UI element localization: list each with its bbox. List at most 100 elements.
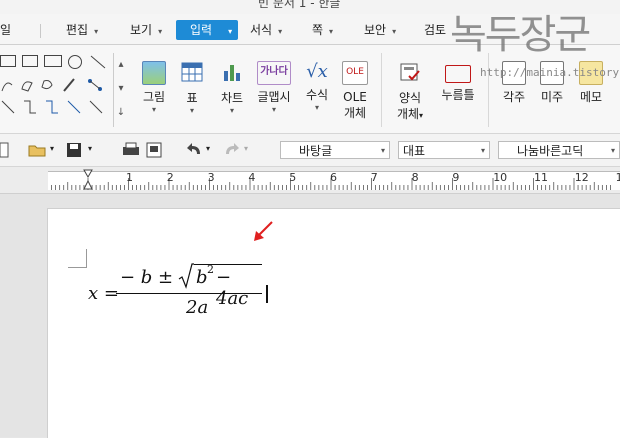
menu-insert[interactable]: 입력 ▾: [176, 20, 239, 40]
font-select[interactable]: 나눔바른고딕 ▾: [498, 141, 620, 159]
chevron-down-icon[interactable]: ▾: [244, 144, 248, 153]
form-object-button[interactable]: 양식 개체▾: [392, 61, 428, 124]
chevron-down-icon: ▾: [94, 27, 99, 36]
ruler-number: 4: [248, 171, 256, 184]
fraction-bar: [116, 293, 262, 294]
menu-view[interactable]: 보기 ▾: [130, 20, 162, 40]
menu-file[interactable]: 일: [0, 20, 11, 40]
redo-icon[interactable]: [222, 142, 240, 158]
ruler-number: 6: [330, 171, 337, 184]
ruler-number: 9: [452, 171, 460, 184]
glyph-art-button[interactable]: 가나다 글맵시 ▾: [254, 61, 294, 114]
ole-object-button[interactable]: OLE OLE 개체: [338, 61, 372, 121]
picture-button[interactable]: 그림 ▾: [138, 61, 170, 114]
chevron-down-icon: ▾: [158, 27, 163, 36]
formula-exponent: 2: [207, 263, 214, 276]
push-field-icon: [445, 65, 471, 83]
text-box-icon[interactable]: [22, 55, 38, 67]
menu-security[interactable]: 보안 ▾: [364, 20, 396, 40]
ribbon-separator: [488, 53, 489, 127]
ellipse-icon[interactable]: [68, 55, 82, 69]
chevron-down-icon: ▾: [610, 146, 615, 155]
formula-numerator-prefix: − b ±: [120, 267, 174, 288]
ruler-number: 12: [574, 171, 589, 184]
radical-sign-icon: [178, 263, 194, 289]
chevron-down-icon: ▾: [329, 27, 334, 36]
language-select[interactable]: 대표 ▾: [398, 141, 490, 159]
chevron-down-icon: ▾: [229, 106, 234, 115]
ruler-number: 3: [207, 171, 215, 184]
print-icon[interactable]: [122, 142, 140, 158]
ruler-number: 10: [493, 171, 508, 184]
new-document-icon[interactable]: [0, 142, 18, 158]
undo-icon[interactable]: [186, 142, 204, 158]
chevron-down-icon: ▾: [228, 27, 233, 36]
formula-object[interactable]: x = − b ± b 2 − 4ac 2a: [88, 261, 268, 327]
menu-separator: [40, 24, 41, 38]
picture-icon: [142, 61, 166, 85]
ruler-number: 5: [289, 171, 297, 184]
chevron-down-icon: ▾: [392, 27, 397, 36]
window-title: 빈 문서 1 - 한글: [258, 0, 341, 10]
watermark-logo: 녹두장군: [450, 12, 591, 58]
text-box-icon[interactable]: [0, 55, 16, 67]
chevron-down-icon: ▾: [189, 106, 194, 115]
glyph-art-icon: 가나다: [257, 61, 291, 85]
form-icon: [400, 63, 420, 81]
chevron-down-icon[interactable]: ▾: [50, 144, 54, 153]
print-preview-icon[interactable]: [146, 142, 164, 158]
chevron-down-icon: ▾: [480, 146, 485, 155]
freeform-shapes-icon[interactable]: [0, 77, 110, 93]
formula-radicand-b: b: [196, 267, 208, 288]
ribbon-separator: [381, 53, 382, 127]
connector-shapes-icon[interactable]: [0, 99, 110, 115]
ruler-number: 1: [126, 171, 133, 184]
formula-button[interactable]: √x 수식 ▾: [300, 61, 334, 112]
ole-icon: OLE: [342, 61, 368, 85]
line-icon[interactable]: [90, 55, 106, 69]
formula-radicand-rest: − 4ac: [216, 267, 249, 309]
horizontal-ruler[interactable]: 12345678910111213: [0, 167, 620, 194]
ruler-number: 13: [615, 171, 620, 184]
table-icon: [181, 62, 203, 82]
chevron-down-icon: ▾: [419, 111, 424, 120]
push-field-button[interactable]: 누름틀: [440, 61, 476, 103]
red-arrow-annotation: [254, 221, 273, 241]
table-button[interactable]: 표 ▾: [176, 61, 208, 115]
style-select[interactable]: 바탕글 ▾: [280, 141, 390, 159]
open-folder-icon[interactable]: [28, 142, 46, 158]
menu-format[interactable]: 서식 ▾: [250, 20, 282, 40]
document-page[interactable]: x = − b ± b 2 − 4ac 2a: [47, 208, 620, 438]
chevron-down-icon[interactable]: ▾: [88, 144, 92, 153]
chevron-down-icon: ▾: [151, 105, 156, 114]
chevron-down-icon: ▾: [278, 27, 283, 36]
ruler-number: 7: [370, 171, 378, 184]
ruler-number: 2: [166, 171, 174, 184]
menu-page[interactable]: 쪽 ▾: [312, 20, 333, 40]
chart-icon: [224, 65, 240, 81]
radical-bar: [194, 264, 262, 265]
formula-icon: √x: [306, 61, 328, 82]
margin-guide: [68, 249, 87, 268]
document-area[interactable]: x = − b ± b 2 − 4ac 2a: [0, 194, 620, 438]
gallery-scroll[interactable]: ▴ ▾ ↓: [113, 53, 128, 127]
chevron-down-icon: ▾: [314, 103, 319, 112]
menu-edit[interactable]: 편집 ▾: [66, 20, 98, 40]
expand-icon[interactable]: ↓: [114, 101, 128, 125]
chevron-up-icon[interactable]: ▴: [114, 53, 128, 77]
chevron-down-icon: ▾: [380, 146, 385, 155]
ruler-number: 11: [534, 171, 548, 184]
shapes-gallery[interactable]: [0, 55, 112, 125]
chart-button[interactable]: 차트 ▾: [216, 61, 248, 115]
save-icon[interactable]: [66, 142, 84, 158]
formula-denominator: 2a: [186, 297, 209, 318]
chevron-down-icon[interactable]: ▾: [114, 77, 128, 101]
rectangle-icon[interactable]: [44, 55, 62, 67]
indent-marker-icon[interactable]: [83, 169, 93, 191]
menu-review[interactable]: 검토: [424, 20, 446, 40]
text-cursor: [266, 285, 268, 303]
chevron-down-icon: ▾: [271, 105, 276, 114]
ruler-number: 8: [411, 171, 419, 184]
quick-toolbar: ▾ ▾ ▾ ▾ 바탕글 ▾ 대표 ▾ 나눔바른고딕 ▾: [0, 134, 620, 167]
chevron-down-icon[interactable]: ▾: [206, 144, 210, 153]
